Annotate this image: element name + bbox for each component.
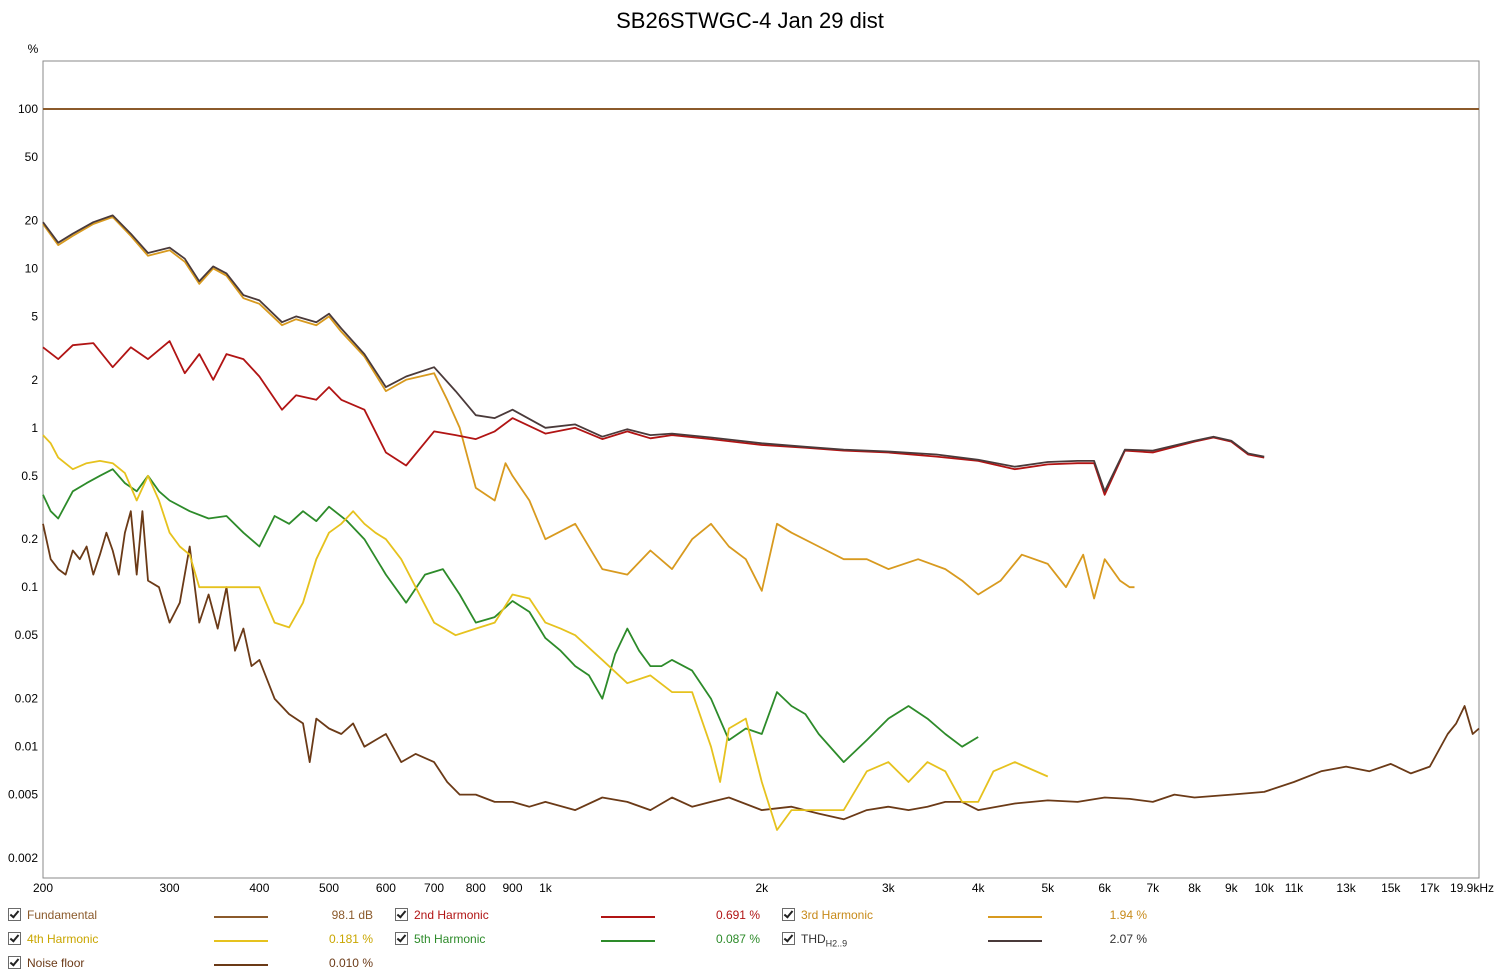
x-tick-label: 3k bbox=[882, 881, 896, 895]
y-tick-label: 0.1 bbox=[21, 580, 38, 594]
legend-label: THDH2..9 bbox=[801, 932, 847, 948]
legend-swatch-line bbox=[601, 940, 655, 942]
x-tick-label: 600 bbox=[376, 881, 396, 895]
y-tick-label: 0.2 bbox=[21, 532, 38, 546]
legend-label: 2nd Harmonic bbox=[414, 908, 489, 922]
legend-item-h5[interactable]: 5th Harmonic 0.087 % bbox=[395, 929, 765, 949]
legend-label-text: 2nd Harmonic bbox=[414, 908, 489, 922]
y-tick-label: 50 bbox=[25, 150, 39, 164]
y-tick-label: 20 bbox=[25, 213, 39, 227]
legend-label: Noise floor bbox=[27, 956, 84, 970]
x-tick-label: 10k bbox=[1255, 881, 1275, 895]
y-tick-label: 100 bbox=[18, 102, 38, 116]
legend-value: 2.07 % bbox=[1109, 932, 1147, 946]
x-tick-label: 900 bbox=[503, 881, 523, 895]
legend-label: 5th Harmonic bbox=[414, 932, 485, 946]
legend-label: Fundamental bbox=[27, 908, 97, 922]
legend-value: 1.94 % bbox=[1109, 908, 1147, 922]
legend-label-text: Noise floor bbox=[27, 956, 85, 970]
legend: Fundamental 98.1 dB 2nd Harmonic 0.691 % 3rd… bbox=[0, 900, 1500, 976]
legend-item-h2[interactable]: 2nd Harmonic 0.691 % bbox=[395, 905, 765, 925]
y-tick-label: 0.01 bbox=[15, 740, 39, 754]
x-tick-label: 300 bbox=[160, 881, 180, 895]
y-tick-label: 5 bbox=[31, 309, 38, 323]
y-tick-label: 0.002 bbox=[8, 851, 38, 865]
legend-item-thd[interactable]: THDH2..9 2.07 % bbox=[782, 929, 1152, 949]
x-tick-label: 19.9kHz bbox=[1450, 881, 1494, 895]
x-tick-label: 500 bbox=[319, 881, 339, 895]
x-tick-label: 17k bbox=[1420, 881, 1440, 895]
legend-checkbox-fundamental[interactable] bbox=[8, 908, 21, 921]
legend-swatch-line bbox=[988, 940, 1042, 942]
legend-value: 98.1 dB bbox=[331, 908, 373, 922]
legend-value: 0.691 % bbox=[715, 908, 760, 922]
x-tick-label: 6k bbox=[1098, 881, 1112, 895]
legend-swatch-line bbox=[214, 964, 268, 966]
legend-swatch-line bbox=[988, 916, 1042, 918]
x-tick-label: 1k bbox=[539, 881, 553, 895]
x-tick-label: 4k bbox=[972, 881, 986, 895]
y-tick-label: 0.05 bbox=[15, 628, 39, 642]
legend-label-text: Fundamental bbox=[27, 908, 98, 922]
x-tick-label: 11k bbox=[1285, 881, 1304, 895]
x-tick-label: 7k bbox=[1147, 881, 1161, 895]
legend-label: 4th Harmonic bbox=[27, 932, 98, 946]
legend-checkbox-noise[interactable] bbox=[8, 956, 21, 969]
legend-value: 0.181 % bbox=[328, 932, 373, 946]
x-tick-label: 8k bbox=[1188, 881, 1202, 895]
y-tick-label: 0.5 bbox=[21, 469, 38, 483]
x-tick-label: 400 bbox=[249, 881, 269, 895]
legend-value: 0.087 % bbox=[715, 932, 760, 946]
legend-checkbox-h4[interactable] bbox=[8, 932, 21, 945]
axes: 200 300 400 500 600 700 800 900 1k 2k 3k 4k 5k 6k 7k 8k… bbox=[8, 42, 1494, 895]
x-tick-label: 9k bbox=[1225, 881, 1239, 895]
legend-label-text: THD bbox=[801, 932, 826, 946]
legend-label-text: 3rd Harmonic bbox=[801, 908, 874, 922]
x-tick-label: 15k bbox=[1381, 881, 1401, 895]
legend-checkbox-h3[interactable] bbox=[782, 908, 795, 921]
y-axis-label: % bbox=[28, 42, 39, 56]
legend-checkbox-h2[interactable] bbox=[395, 908, 408, 921]
legend-checkbox-thd[interactable] bbox=[782, 932, 795, 945]
y-tick-label: 2 bbox=[31, 373, 38, 387]
x-tick-label: 13k bbox=[1336, 881, 1356, 895]
x-tick-label: 5k bbox=[1041, 881, 1055, 895]
y-tick-label: 10 bbox=[25, 261, 39, 275]
legend-checkbox-h5[interactable] bbox=[395, 932, 408, 945]
legend-value: 0.010 % bbox=[328, 956, 373, 970]
legend-swatch-line bbox=[601, 916, 655, 918]
legend-item-h3[interactable]: 3rd Harmonic 1.94 % bbox=[782, 905, 1152, 925]
legend-label-text: 5th Harmonic bbox=[414, 932, 486, 946]
x-tick-label: 700 bbox=[424, 881, 444, 895]
x-tick-label: 800 bbox=[466, 881, 486, 895]
y-tick-label: 0.005 bbox=[8, 788, 38, 802]
x-tick-label: 200 bbox=[33, 881, 53, 895]
legend-label-text: 4th Harmonic bbox=[27, 932, 99, 946]
legend-item-h4[interactable]: 4th Harmonic 0.181 % bbox=[8, 929, 378, 949]
legend-item-noise[interactable]: Noise floor 0.010 % bbox=[8, 953, 378, 973]
legend-swatch-line bbox=[214, 916, 268, 918]
legend-label: 3rd Harmonic bbox=[801, 908, 873, 922]
legend-swatch-line bbox=[214, 940, 268, 942]
legend-item-fundamental[interactable]: Fundamental 98.1 dB bbox=[8, 905, 378, 925]
y-tick-label: 1 bbox=[31, 421, 38, 435]
plot-frame bbox=[42, 60, 1480, 879]
x-tick-label: 2k bbox=[755, 881, 769, 895]
y-tick-label: 0.02 bbox=[15, 692, 39, 706]
legend-label-subscript: H2..9 bbox=[825, 938, 848, 949]
plot-area: 200 300 400 500 600 700 800 900 1k 2k 3k 4k 5k 6k 7k 8k… bbox=[8, 42, 1494, 895]
